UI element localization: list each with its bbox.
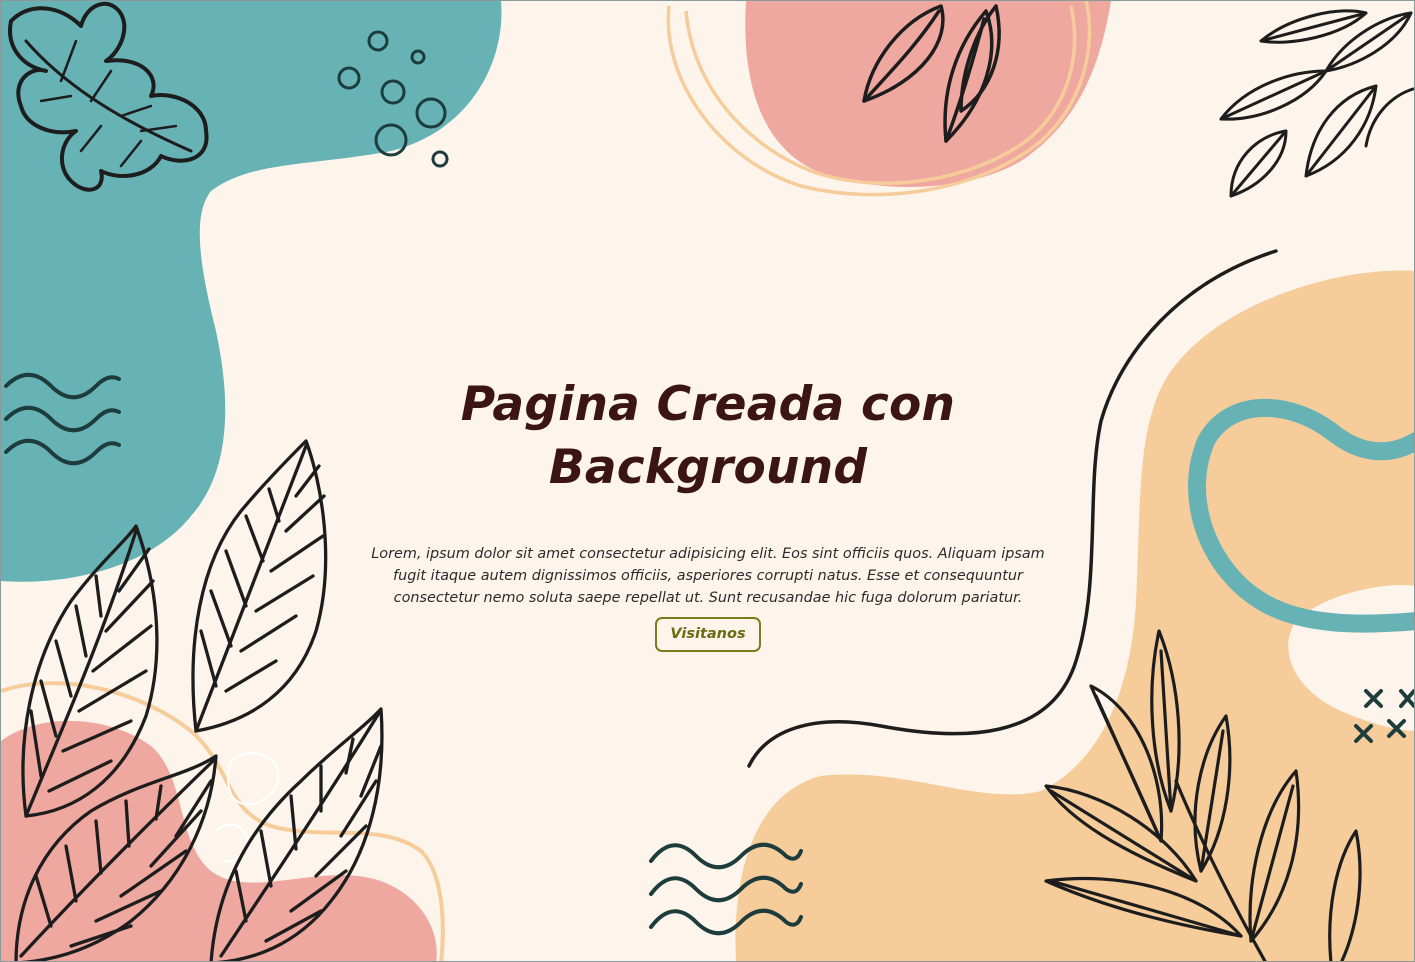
title-line-2: Background: [548, 440, 868, 495]
page-frame: Pagina Creada con Background Lorem, ipsu…: [0, 0, 1415, 962]
hero-paragraph: Lorem, ipsum dolor sit amet consectetur …: [371, 546, 1045, 606]
page-title: Pagina Creada con Background: [358, 373, 1058, 499]
visit-button[interactable]: Visitanos: [655, 617, 761, 652]
hero-section: Pagina Creada con Background Lorem, ipsu…: [358, 373, 1058, 652]
pink-blob-bottom: [1, 720, 437, 961]
title-line-1: Pagina Creada con: [460, 377, 956, 432]
leaf-sprig-top-right-icon: [1219, 9, 1414, 198]
